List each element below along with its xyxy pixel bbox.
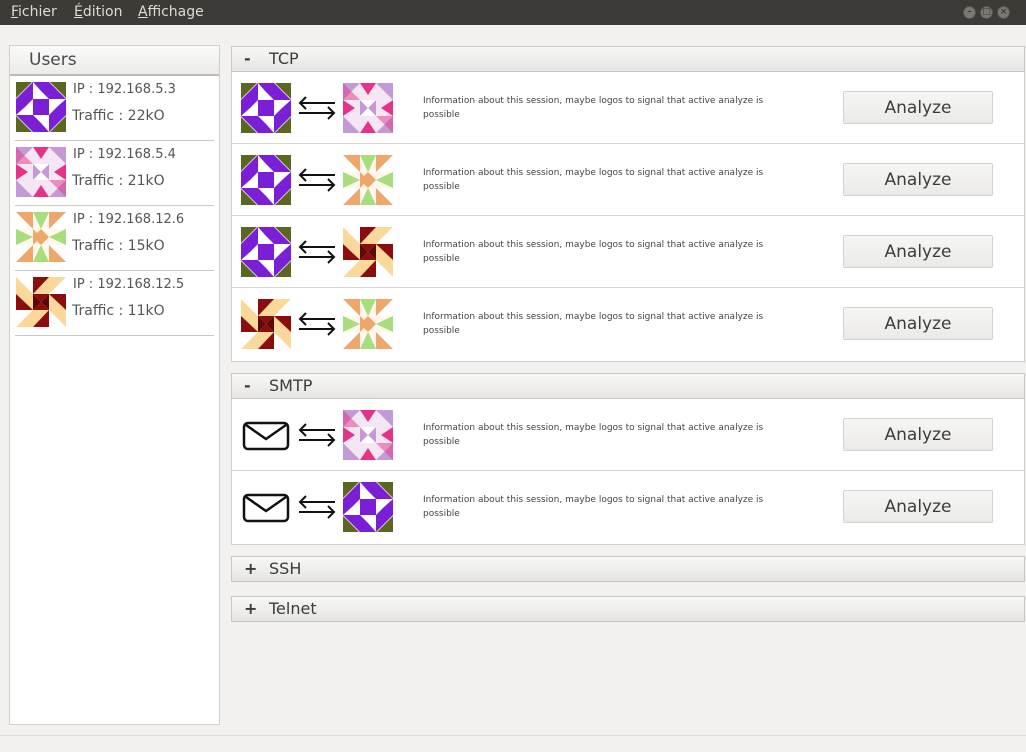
group-title: TCP: [269, 49, 299, 68]
session-info: Information about this session, maybe lo…: [423, 423, 764, 447]
user-traffic: Traffic : 21kO: [72, 173, 165, 189]
group-header-tcp[interactable]: - TCP: [231, 46, 1025, 72]
session-row: Information about this session, maybe lo…: [232, 288, 1024, 360]
swap-arrows-icon: [298, 96, 336, 120]
group-title: Telnet: [269, 599, 317, 618]
session-row: Information about this session, maybe lo…: [232, 144, 1024, 216]
expand-icon[interactable]: +: [244, 597, 257, 621]
user-item[interactable]: IP : 192.168.5.3 Traffic : 22kO: [15, 76, 214, 141]
analyze-button[interactable]: Analyze: [843, 490, 993, 523]
close-icon[interactable]: ×: [997, 6, 1010, 19]
group-header-smtp[interactable]: - SMTP: [231, 373, 1025, 399]
session-row: Information about this session, maybe lo…: [232, 399, 1024, 471]
menu-edition[interactable]: Édition: [74, 4, 122, 20]
maximize-icon[interactable]: □: [980, 6, 993, 19]
analyze-button[interactable]: Analyze: [843, 163, 993, 196]
user-traffic: Traffic : 22kO: [72, 108, 165, 124]
identicon-orange-icon: [16, 212, 66, 262]
identicon-darkred-icon: [241, 299, 291, 349]
identicon-pink-icon: [343, 83, 393, 133]
swap-arrows-icon: [298, 168, 336, 192]
identicon-purple-icon: [241, 227, 291, 277]
identicon-orange-icon: [343, 299, 393, 349]
envelope-icon: [242, 493, 290, 523]
session-info: Information about this session, maybe lo…: [423, 495, 764, 519]
group-body-tcp: Information about this session, maybe lo…: [231, 72, 1025, 362]
identicon-purple-icon: [16, 82, 66, 132]
identicon-darkred-icon: [343, 227, 393, 277]
user-ip: IP : 192.168.5.4: [73, 147, 176, 162]
user-ip: IP : 192.168.5.3: [73, 82, 176, 97]
swap-arrows-icon: [298, 495, 336, 519]
identicon-pink-icon: [343, 410, 393, 460]
session-info: Information about this session, maybe lo…: [423, 168, 764, 192]
group-header-ssh[interactable]: + SSH: [231, 556, 1025, 582]
session-row: Information about this session, maybe lo…: [232, 216, 1024, 288]
group-body-smtp: Information about this session, maybe lo…: [231, 399, 1025, 545]
group-title: SMTP: [269, 376, 313, 395]
envelope-icon: [242, 421, 290, 451]
menu-affichage[interactable]: Affichage: [138, 4, 204, 20]
user-item[interactable]: IP : 192.168.12.6 Traffic : 15kO: [15, 206, 214, 271]
swap-arrows-icon: [298, 423, 336, 447]
swap-arrows-icon: [298, 240, 336, 264]
menu-fichier[interactable]: Fichier: [11, 4, 57, 20]
user-item[interactable]: IP : 192.168.12.5 Traffic : 11kO: [15, 271, 214, 336]
identicon-purple-icon: [241, 155, 291, 205]
expand-icon[interactable]: +: [244, 557, 257, 581]
analyze-button[interactable]: Analyze: [843, 418, 993, 451]
group-title: SSH: [269, 559, 302, 578]
analyze-button[interactable]: Analyze: [843, 91, 993, 124]
identicon-purple-icon: [343, 482, 393, 532]
group-header-telnet[interactable]: + Telnet: [231, 596, 1025, 622]
status-bar: [0, 735, 1026, 752]
menu-bar: Fichier Édition Affichage – □ ×: [0, 0, 1026, 25]
identicon-orange-icon: [343, 155, 393, 205]
analyze-button[interactable]: Analyze: [843, 307, 993, 340]
user-ip: IP : 192.168.12.5: [73, 277, 185, 292]
collapse-icon[interactable]: -: [244, 374, 251, 398]
user-item[interactable]: IP : 192.168.5.4 Traffic : 21kO: [15, 141, 214, 206]
identicon-purple-icon: [241, 83, 291, 133]
swap-arrows-icon: [298, 312, 336, 336]
session-row: Information about this session, maybe lo…: [232, 72, 1024, 144]
session-info: Information about this session, maybe lo…: [423, 312, 764, 336]
collapse-icon[interactable]: -: [244, 47, 251, 71]
user-traffic: Traffic : 11kO: [72, 303, 165, 319]
analyze-button[interactable]: Analyze: [843, 235, 993, 268]
session-row: Information about this session, maybe lo…: [232, 471, 1024, 543]
users-panel: Users IP : 192.168.5.3 Traffic : 22kO IP…: [9, 45, 220, 725]
user-traffic: Traffic : 15kO: [72, 238, 165, 254]
identicon-pink-icon: [16, 147, 66, 197]
identicon-darkred-icon: [16, 277, 66, 327]
user-ip: IP : 192.168.12.6: [73, 212, 185, 227]
minimize-icon[interactable]: –: [963, 6, 976, 19]
session-info: Information about this session, maybe lo…: [423, 96, 764, 120]
session-info: Information about this session, maybe lo…: [423, 240, 764, 264]
users-header: Users: [10, 46, 219, 76]
